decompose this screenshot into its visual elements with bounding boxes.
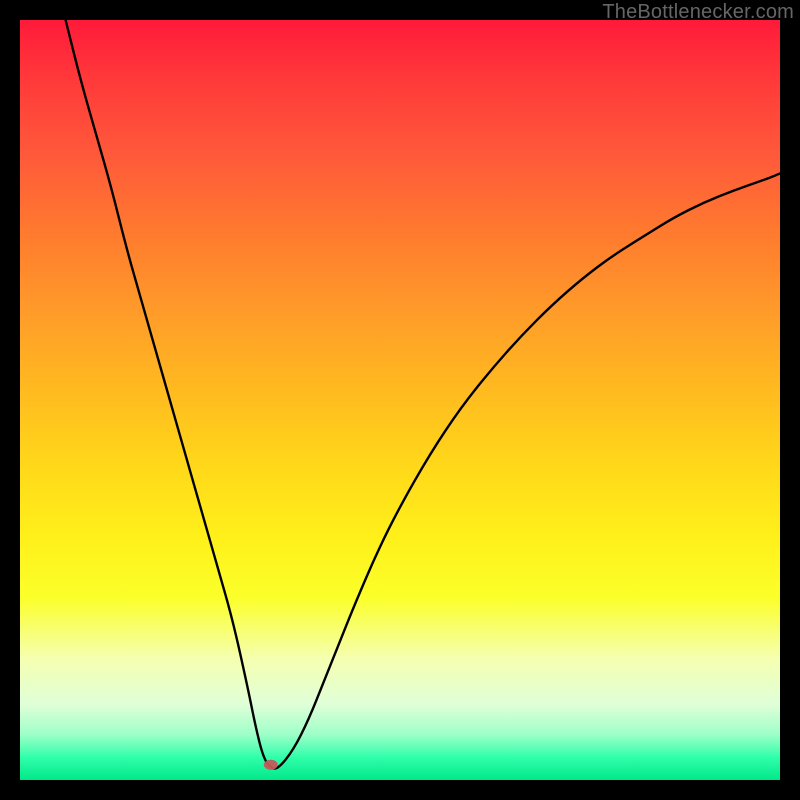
chart-frame xyxy=(20,20,780,780)
chart-plot-area xyxy=(20,20,780,780)
optimal-point-marker xyxy=(264,760,278,770)
bottleneck-curve xyxy=(66,20,780,769)
watermark-text: TheBottlenecker.com xyxy=(602,1,794,24)
chart-svg xyxy=(20,20,780,780)
